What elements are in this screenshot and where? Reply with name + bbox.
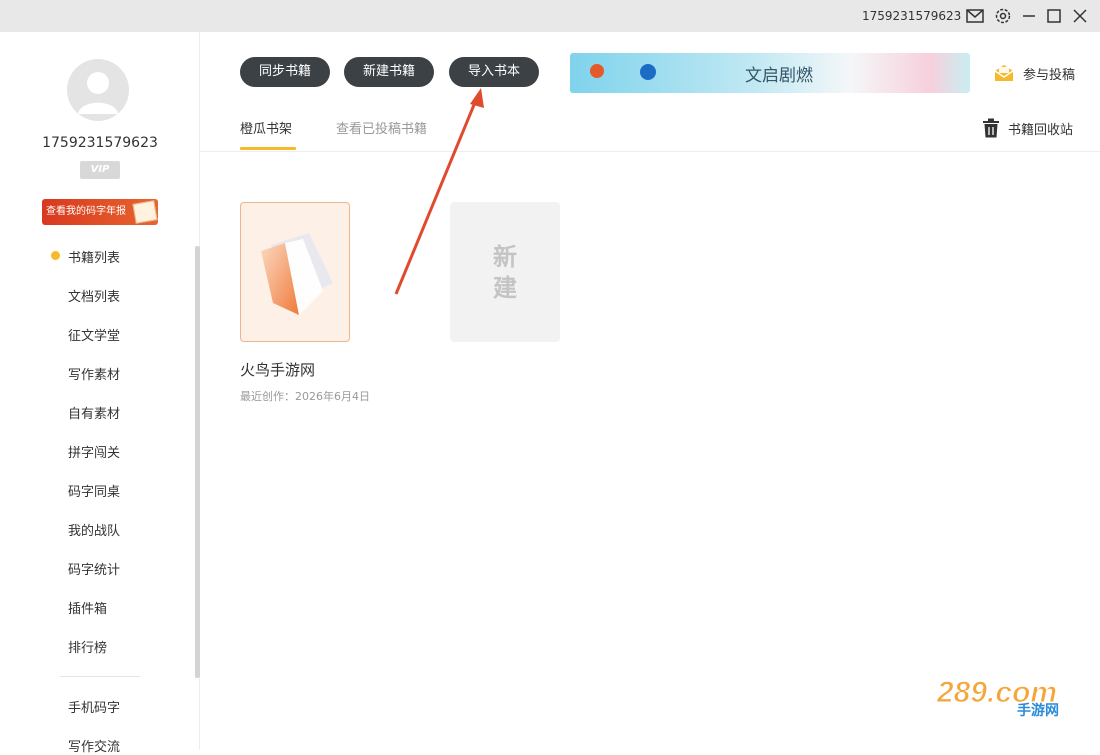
sidebar-item-typing-challenge[interactable]: 拼字闯关 [68,442,120,461]
sidebar-item-mobile-writing[interactable]: 手机码字 [68,697,120,716]
sidebar-item-plugin-box[interactable]: 插件箱 [68,598,107,617]
sync-books-button[interactable]: 同步书籍 [240,57,330,87]
active-tab-underline [240,147,296,150]
banner-text: 文启剧燃 [745,66,813,86]
header-divider [200,151,1100,152]
sidebar-divider [60,676,140,677]
settings-gear-icon[interactable] [993,6,1013,26]
avatar[interactable] [67,59,129,121]
submit-manuscript-button[interactable]: 参与投稿 [993,63,1075,83]
sidebar-item-my-team[interactable]: 我的战队 [68,520,120,539]
book-cover-icon [261,233,333,315]
annual-report-label: 查看我的码字年报 [46,206,126,217]
sidebar-item-book-list[interactable]: 书籍列表 [68,247,120,266]
banner-logo-icon [590,64,604,78]
trash-icon [983,118,999,138]
sidebar: 1759231579623 VIP 查看我的码字年报 书籍列表 文档列表 征文学… [0,32,200,755]
sidebar-item-writing-material[interactable]: 写作素材 [68,364,120,383]
main-content: 同步书籍 新建书籍 导入书本 文启剧燃 参与投稿 橙瓜书架 查看已投稿书籍 书籍… [200,32,1100,750]
vip-badge: VIP [80,161,120,179]
title-bar: 1759231579623 [0,0,1100,32]
watermark-logo: 289.com 手游网 [936,676,1060,718]
book-title[interactable]: 火鸟手游网 [240,359,315,380]
sidebar-item-doc-list[interactable]: 文档列表 [68,286,120,305]
envelope-icon [994,65,1014,81]
mail-icon[interactable] [965,6,985,26]
new-book-card[interactable]: 新建 [450,202,560,342]
recycle-bin-button[interactable]: 书籍回收站 [982,118,1073,138]
book-card[interactable] [240,202,350,342]
report-paper-icon [132,200,158,224]
sidebar-item-own-material[interactable]: 自有素材 [68,403,120,422]
sidebar-item-writing-stats[interactable]: 码字统计 [68,559,120,578]
sidebar-item-contest-school[interactable]: 征文学堂 [68,325,120,344]
username: 1759231579623 [42,135,158,151]
active-dot-icon [51,251,60,260]
new-book-card-label: 新建 [493,243,517,302]
banner-logo-icon [640,64,656,80]
import-book-button[interactable]: 导入书本 [449,57,539,87]
submit-manuscript-label: 参与投稿 [1023,67,1076,83]
titlebar-user-id: 1759231579623 [862,9,962,23]
annual-report-button[interactable]: 查看我的码字年报 [42,199,158,225]
sidebar-item-writing-desk[interactable]: 码字同桌 [68,481,120,500]
minimize-icon[interactable] [1019,6,1039,26]
close-icon[interactable] [1070,6,1090,26]
book-last-edited: 最近创作：2026年6月4日 [240,390,370,403]
tab-bookshelf[interactable]: 橙瓜书架 [240,118,292,137]
sidebar-item-ranking[interactable]: 排行榜 [68,637,107,656]
recycle-bin-label: 书籍回收站 [1008,122,1074,138]
tab-submitted-books[interactable]: 查看已投稿书籍 [336,118,427,137]
watermark-sub: 手游网 [1017,702,1059,717]
sidebar-item-writing-exchange[interactable]: 写作交流 [68,736,120,755]
maximize-icon[interactable] [1044,6,1064,26]
new-book-button[interactable]: 新建书籍 [344,57,434,87]
promo-banner[interactable]: 文启剧燃 [570,53,970,93]
